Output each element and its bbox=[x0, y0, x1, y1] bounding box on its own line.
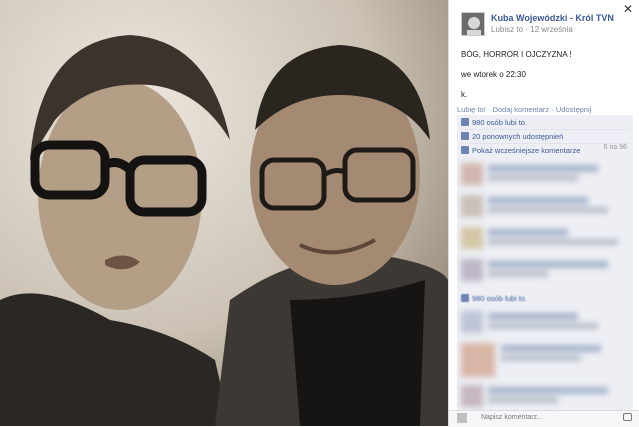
older-comments-count: 6 na 96 bbox=[603, 144, 627, 151]
likes-count[interactable]: 980 osób lubi to. bbox=[472, 118, 527, 127]
post-line-1: BÓG, HORROR I OJCZYZNA ! bbox=[461, 50, 572, 59]
share-link[interactable]: Udostępnij bbox=[556, 105, 591, 114]
older-comments-row[interactable]: Pokaż wcześniejsze komentarze bbox=[461, 145, 580, 157]
post-line-3: k. bbox=[461, 90, 468, 99]
shares-row[interactable]: 20 ponownych udostępnień bbox=[461, 131, 629, 144]
post-line-2: we wtorek o 22:30 bbox=[461, 70, 526, 79]
likes-row[interactable]: 980 osób lubi to. bbox=[461, 117, 629, 130]
separator: · bbox=[551, 105, 554, 114]
photo-illustration bbox=[0, 0, 448, 426]
thumbs-up-icon bbox=[461, 294, 469, 302]
user-avatar bbox=[457, 413, 467, 423]
comment-icon bbox=[461, 146, 469, 154]
author-avatar[interactable] bbox=[461, 12, 485, 36]
shares-count[interactable]: 20 ponownych udostępnień bbox=[472, 132, 563, 141]
share-icon bbox=[461, 132, 469, 140]
post-photo[interactable] bbox=[0, 0, 448, 426]
older-comments-link[interactable]: Pokaż wcześniejsze komentarze bbox=[472, 146, 580, 155]
thumbs-up-icon bbox=[461, 118, 469, 126]
post-sidebar: ✕ Kuba Wojewódzki - Król TVN Lubisz to ·… bbox=[448, 0, 639, 427]
post-meta: Lubisz to · 12 września bbox=[491, 25, 573, 34]
likes-row-2[interactable]: 980 osób lubi to. bbox=[461, 293, 527, 305]
post-header: Kuba Wojewódzki - Król TVN Lubisz to · 1… bbox=[461, 12, 631, 42]
comment-composer: Napisz komentarz... bbox=[449, 410, 639, 427]
comment-link[interactable]: Dodaj komentarz bbox=[492, 105, 549, 114]
author-name[interactable]: Kuba Wojewódzki - Król TVN bbox=[491, 13, 614, 23]
likes-count-2[interactable]: 980 osób lubi to. bbox=[472, 294, 527, 303]
camera-icon[interactable] bbox=[623, 413, 632, 421]
post-actions: Lubię to! · Dodaj komentarz · Udostępnij bbox=[457, 105, 591, 114]
like-link[interactable]: Lubię to! bbox=[457, 105, 486, 114]
separator: · bbox=[487, 105, 491, 114]
comment-input[interactable]: Napisz komentarz... bbox=[481, 414, 543, 421]
feedback-panel: 980 osób lubi to. 20 ponownych udostępni… bbox=[457, 115, 633, 421]
